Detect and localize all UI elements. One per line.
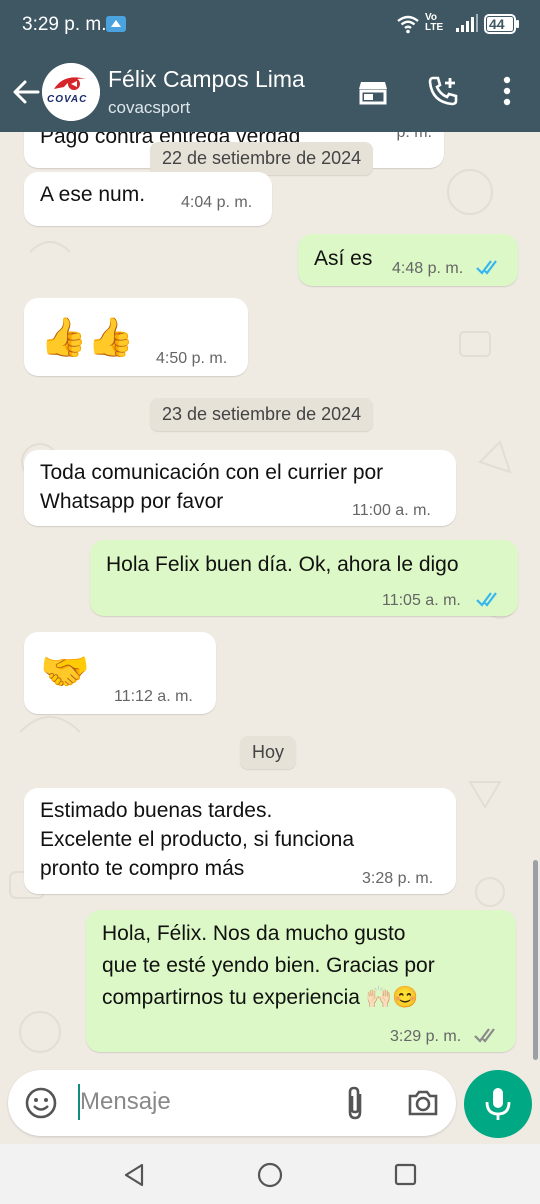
message-placeholder: Mensaje xyxy=(80,1088,171,1115)
message-time: 11:00 a. m. xyxy=(352,502,431,519)
mic-button[interactable] xyxy=(464,1070,532,1138)
store-icon[interactable] xyxy=(356,74,390,108)
message-bubble-incoming[interactable]: 👍👍 4:50 p. m. xyxy=(24,298,248,376)
contact-name[interactable]: Félix Campos Lima xyxy=(108,66,305,93)
message-time: 3:29 p. m. xyxy=(390,1028,462,1045)
camera-icon[interactable] xyxy=(406,1086,440,1125)
add-call-icon[interactable] xyxy=(426,74,460,108)
message-bubble-incoming[interactable]: 🤝 11:12 a. m. xyxy=(24,632,216,714)
mic-icon xyxy=(482,1086,514,1127)
delivered-receipt-icon xyxy=(474,1026,500,1050)
emoji-icon[interactable] xyxy=(24,1086,58,1125)
status-time: 3:29 p. m. xyxy=(22,14,107,35)
message-bubble-incoming[interactable]: A ese num. 4:04 p. m. xyxy=(24,172,272,226)
message-bubble-outgoing[interactable]: Hola Felix buen día. Ok, ahora le digo 1… xyxy=(90,540,518,616)
paperclip-icon[interactable] xyxy=(340,1084,370,1127)
message-emoji: 👍👍 xyxy=(40,317,135,359)
more-vert-icon[interactable] xyxy=(490,74,524,108)
message-time: 11:05 a. m. xyxy=(382,592,461,609)
date-chip: 22 de setiembre de 2024 xyxy=(150,142,374,175)
arrow-left-icon[interactable] xyxy=(8,74,44,110)
nav-back-icon[interactable] xyxy=(122,1162,146,1193)
message-bubble-outgoing[interactable]: Así es 4:48 p. m. xyxy=(298,234,518,286)
message-text: Estimado buenas tardes. Excelente el pro… xyxy=(40,799,355,880)
read-receipt-icon xyxy=(476,590,502,614)
chat-area[interactable]: Pago contra entrega verdad p. m. 22 de s… xyxy=(0,132,540,1070)
message-time: p. m. xyxy=(396,132,432,141)
battery-level: 44 xyxy=(489,16,505,32)
volte-indicator: Vo LTE xyxy=(425,12,444,33)
message-emoji: 🤝 xyxy=(40,650,90,694)
message-text: Hola, Félix. Nos da mucho gusto que te e… xyxy=(102,922,435,1009)
message-text: A ese num. xyxy=(40,183,146,206)
message-time: 11:12 a. m. xyxy=(114,688,193,705)
scrollbar[interactable] xyxy=(533,860,538,1060)
message-text: Hola Felix buen día. Ok, ahora le digo xyxy=(106,553,459,576)
message-bubble-outgoing[interactable]: Hola, Félix. Nos da mucho gusto que te e… xyxy=(86,910,516,1052)
contact-subtitle: covacsport xyxy=(108,98,191,117)
message-bubble-incoming[interactable]: Toda comunicación con el currier por Wha… xyxy=(24,450,456,526)
message-bubble-incoming[interactable]: Estimado buenas tardes. Excelente el pro… xyxy=(24,788,456,894)
status-bar: 3:29 p. m. Vo LTE 44 xyxy=(0,0,540,52)
avatar[interactable]: COVAC xyxy=(42,63,100,121)
signal-icon xyxy=(455,14,479,39)
nav-home-icon[interactable] xyxy=(257,1162,283,1193)
date-chip: 23 de setiembre de 2024 xyxy=(150,398,374,431)
read-receipt-icon xyxy=(476,258,502,282)
wifi-icon xyxy=(396,14,420,39)
composer: Mensaje xyxy=(0,1070,540,1144)
message-text: Así es xyxy=(314,247,373,270)
cast-icon xyxy=(105,14,127,41)
avatar-logo-text: COVAC xyxy=(47,94,88,105)
battery-icon: 44 xyxy=(484,14,519,34)
message-time: 4:50 p. m. xyxy=(156,350,228,367)
message-time: 4:48 p. m. xyxy=(392,260,464,277)
nav-recents-icon[interactable] xyxy=(394,1163,418,1192)
date-chip: Hoy xyxy=(240,736,297,769)
message-time: 3:28 p. m. xyxy=(362,870,434,887)
message-time: 4:04 p. m. xyxy=(181,194,253,211)
message-text: Toda comunicación con el currier por Wha… xyxy=(40,461,384,513)
message-input[interactable]: Mensaje xyxy=(8,1070,456,1136)
chat-header: COVAC Félix Campos Lima covacsport xyxy=(0,52,540,132)
system-nav-bar xyxy=(0,1144,540,1204)
